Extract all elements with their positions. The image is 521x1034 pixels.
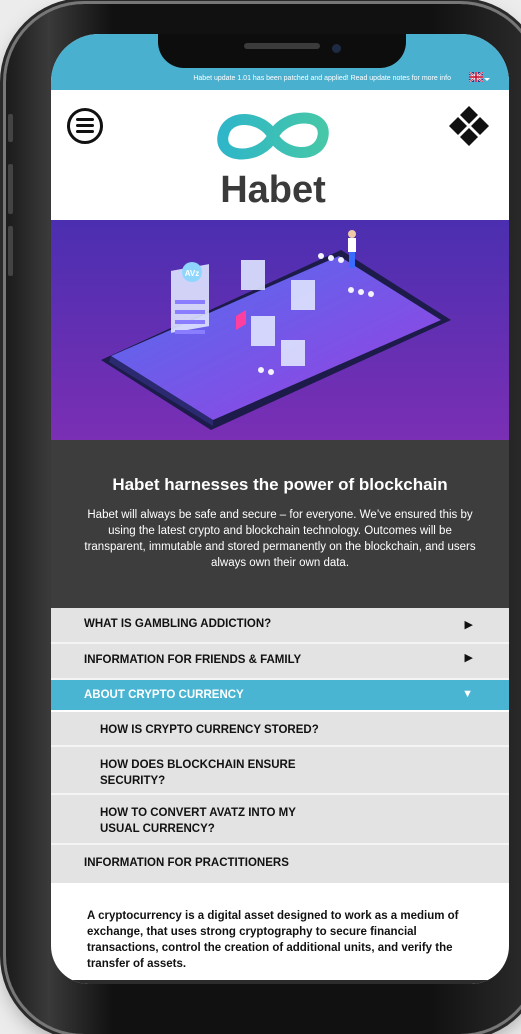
phone-notch	[158, 34, 406, 68]
accordion-label: INFORMATION FOR PRACTITIONERS	[84, 857, 289, 869]
play-arrow-icon: ▶	[464, 652, 473, 664]
sub-item-crypto-stored[interactable]: HOW IS CRYPTO CURRENCY STORED?	[51, 712, 509, 745]
sub-item-blockchain-security[interactable]: HOW DOES BLOCKCHAIN ENSURE SECURITY?	[51, 747, 509, 793]
front-camera	[332, 44, 341, 53]
avz-coin-label: AVz	[185, 269, 200, 278]
accordion-label: ABOUT CRYPTO CURRENCY	[84, 689, 244, 701]
accordion-gambling-addiction[interactable]: WHAT IS GAMBLING ADDICTION? ▶	[51, 608, 509, 642]
accordion-crypto-currency[interactable]: ABOUT CRYPTO CURRENCY ▼	[51, 680, 509, 710]
update-banner-text[interactable]: Habet update 1.01 has been patched and a…	[193, 75, 451, 82]
sub-item-convert-avatz[interactable]: HOW TO CONVERT AVATZ INTO MY USUAL CURRE…	[51, 795, 509, 843]
accordion-practitioners[interactable]: INFORMATION FOR PRACTITIONERS	[51, 845, 509, 883]
info-title: Habet harnesses the power of blockchain	[112, 475, 448, 494]
crypto-description: A cryptocurrency is a digital asset desi…	[87, 910, 459, 970]
screen-bottom-edge	[51, 980, 509, 984]
sub-item-label: HOW TO CONVERT AVATZ INTO MY USUAL CURRE…	[100, 807, 296, 835]
sub-item-label: HOW IS CRYPTO CURRENCY STORED?	[100, 724, 319, 736]
phone-screen: Habet update 1.01 has been patched and a…	[51, 34, 509, 984]
blockchain-phone-illustration: AVz	[51, 220, 509, 440]
info-body: Habet will always be safe and secure – f…	[84, 509, 476, 569]
diamond-grid-icon[interactable]	[447, 104, 491, 148]
mute-switch	[8, 114, 13, 142]
accordion-label: INFORMATION FOR FRIENDS & FAMILY	[84, 654, 302, 666]
volume-up-button	[8, 164, 13, 214]
logo-text: Habet	[220, 169, 326, 210]
hamburger-menu-icon[interactable]	[67, 108, 103, 144]
accordion-friends-family[interactable]: INFORMATION FOR FRIENDS & FAMILY ▶	[51, 644, 509, 678]
accordion-label: WHAT IS GAMBLING ADDICTION?	[84, 618, 272, 630]
chevron-down-icon: ▼	[462, 688, 473, 700]
hero-illustration: AVz	[51, 220, 509, 440]
habet-logo[interactable]: Habet	[207, 98, 339, 210]
uk-flag-icon[interactable]	[469, 72, 483, 82]
sub-item-label: HOW DOES BLOCKCHAIN ENSURE SECURITY?	[100, 759, 296, 787]
blockchain-info-section: Habet harnesses the power of blockchain …	[51, 440, 509, 608]
language-dropdown-caret-icon[interactable]	[484, 78, 490, 81]
phone-frame: Habet update 1.01 has been patched and a…	[6, 4, 521, 1034]
play-arrow-icon: ▶	[464, 619, 473, 631]
volume-down-button	[8, 226, 13, 276]
app-header: Habet	[51, 90, 509, 220]
speaker-grille	[244, 43, 320, 49]
